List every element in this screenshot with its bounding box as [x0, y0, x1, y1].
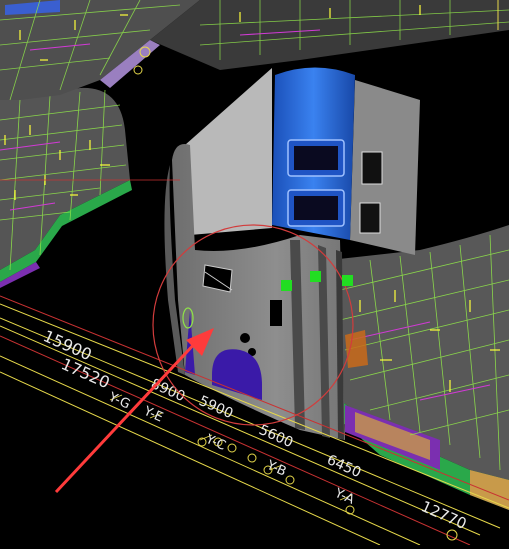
wall-opening: [359, 202, 381, 234]
grip-handle[interactable]: [281, 280, 292, 291]
grip-handle[interactable]: [342, 275, 353, 286]
grip-handle[interactable]: [310, 271, 321, 282]
cad-3d-viewport[interactable]: 15900 17520 8900 5900 5600 6450 12770 Y-…: [0, 0, 509, 546]
wall-opening: [361, 151, 383, 185]
